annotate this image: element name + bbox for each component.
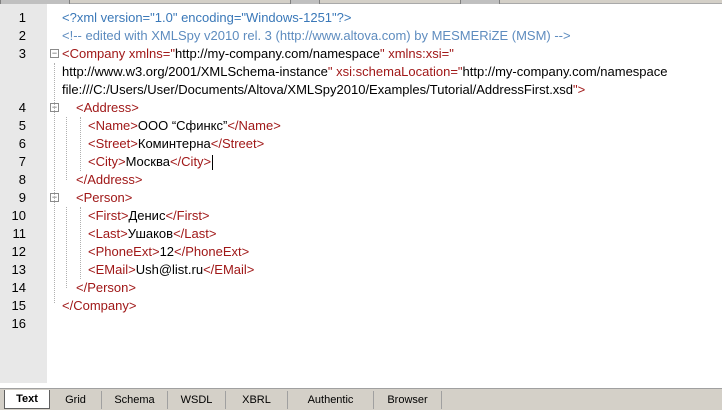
- code-token: http://my-company.com/namespace: [462, 64, 668, 79]
- view-tab-bar: Text Grid Schema WSDL XBRL Authentic Bro…: [0, 388, 722, 410]
- line-number: 2: [18, 28, 26, 43]
- code-line[interactable]: <Address>: [76, 99, 139, 117]
- code-token: ": [379, 46, 389, 61]
- code-token: <!-- edited with XMLSpy v2010 rel. 3 (ht…: [62, 28, 571, 43]
- xmlspy-editor-window: Text Grid Schema WSDL XBRL Authentic Bro…: [0, 0, 722, 410]
- line-number: 7: [18, 154, 26, 169]
- code-token: </Company>: [62, 298, 137, 313]
- code-token: <Street>: [88, 136, 138, 151]
- code-line[interactable]: <Company xmlns="http://my-company.com/na…: [62, 45, 454, 63]
- line-number: 8: [18, 172, 26, 187]
- tab-xbrl[interactable]: XBRL: [226, 391, 288, 409]
- address-child-guide: [80, 117, 81, 171]
- code-token: </Name>: [227, 118, 281, 133]
- code-line[interactable]: <Street>Коминтерна</Street>: [88, 135, 264, 153]
- person-fold-guide: [66, 207, 67, 288]
- code-token: </PhoneExt>: [174, 244, 250, 259]
- line-number: 14: [11, 280, 26, 295]
- code-token: <Company: [62, 46, 129, 61]
- code-token: </First>: [165, 208, 210, 223]
- code-token: file:///C:/Users/User/Documents/Altova/X…: [62, 82, 574, 97]
- text-caret: [212, 155, 214, 171]
- code-line[interactable]: </Address>: [76, 171, 143, 189]
- line-number: 16: [11, 316, 26, 331]
- code-token: Ушаков: [127, 226, 174, 241]
- code-line[interactable]: <Name>OOO “Сфинкс”</Name>: [88, 117, 281, 135]
- line-number: 15: [11, 298, 26, 313]
- code-token: </City>: [169, 154, 212, 169]
- code-token: =": [450, 64, 463, 79]
- line-number: 13: [11, 262, 26, 277]
- address-fold-guide: [66, 117, 67, 180]
- code-token: </Address>: [76, 172, 143, 187]
- line-number: 4: [18, 100, 26, 115]
- line-number: 1: [18, 10, 26, 25]
- code-token: =": [441, 46, 454, 61]
- code-line[interactable]: <PhoneExt>12</PhoneExt>: [88, 243, 249, 261]
- tab-text[interactable]: Text: [4, 390, 50, 409]
- line-number: 9: [18, 190, 26, 205]
- code-token: Денис: [128, 208, 166, 223]
- line-number: 10: [11, 208, 26, 223]
- code-line[interactable]: </Person>: [76, 279, 136, 297]
- line-number: 5: [18, 118, 26, 133]
- code-line[interactable]: </Company>: [62, 297, 136, 315]
- code-token: <EMail>: [88, 262, 136, 277]
- company-fold-guide: [54, 63, 55, 303]
- code-line[interactable]: http://www.w3.org/2001/XMLSchema-instanc…: [62, 63, 668, 81]
- code-line[interactable]: <Last>Ушаков</Last>: [88, 225, 216, 243]
- code-token: ">: [573, 82, 586, 97]
- line-number: 12: [11, 244, 26, 259]
- collapse-company-icon[interactable]: −: [50, 49, 59, 58]
- tab-wsdl[interactable]: WSDL: [168, 391, 226, 409]
- tab-schema[interactable]: Schema: [102, 391, 168, 409]
- code-line[interactable]: <Person>: [76, 189, 132, 207]
- code-line[interactable]: file:///C:/Users/User/Documents/Altova/X…: [62, 81, 585, 99]
- code-token: Москва: [125, 154, 170, 169]
- code-token: 12: [159, 244, 175, 259]
- tab-browser[interactable]: Browser: [374, 391, 442, 409]
- line-number: 11: [12, 226, 27, 241]
- code-token: xmlns:xsi: [388, 46, 442, 61]
- code-line[interactable]: <?xml version="1.0" encoding="Windows-12…: [62, 9, 351, 27]
- code-token: xsi:schemaLocation: [336, 64, 451, 79]
- code-token: =": [162, 46, 176, 61]
- code-token: <PhoneExt>: [88, 244, 160, 259]
- code-token: http://www.w3.org/2001/XMLSchema-instanc…: [62, 64, 328, 79]
- code-token: <Address>: [76, 100, 139, 115]
- code-token: <City>: [88, 154, 126, 169]
- code-token: xmlns: [128, 46, 163, 61]
- code-token: <Name>: [88, 118, 138, 133]
- line-number: 6: [18, 136, 26, 151]
- tab-authentic[interactable]: Authentic: [288, 391, 374, 409]
- code-token: </Last>: [173, 226, 217, 241]
- code-token: </Street>: [210, 136, 265, 151]
- person-child-guide: [80, 207, 81, 279]
- code-token: ": [327, 64, 337, 79]
- code-token: Коминтерна: [137, 136, 211, 151]
- code-token: </Person>: [76, 280, 136, 295]
- code-token: http://my-company.com/namespace: [175, 46, 380, 61]
- code-token: <First>: [88, 208, 129, 223]
- code-token: </EMail>: [203, 262, 255, 277]
- code-line[interactable]: <City>Москва</City>: [88, 153, 214, 171]
- code-line[interactable]: <!-- edited with XMLSpy v2010 rel. 3 (ht…: [62, 27, 571, 45]
- code-line[interactable]: <First>Денис</First>: [88, 207, 210, 225]
- line-number: 3: [18, 46, 26, 61]
- code-line[interactable]: <EMail>Ush@list.ru</EMail>: [88, 261, 254, 279]
- code-token: OOO “Сфинкс”: [137, 118, 228, 133]
- code-token: Ush@list.ru: [135, 262, 204, 277]
- tab-grid[interactable]: Grid: [50, 391, 102, 409]
- code-token: <?xml version="1.0" encoding="Windows-12…: [62, 10, 352, 25]
- code-token: <Person>: [76, 190, 133, 205]
- code-token: <Last>: [88, 226, 128, 241]
